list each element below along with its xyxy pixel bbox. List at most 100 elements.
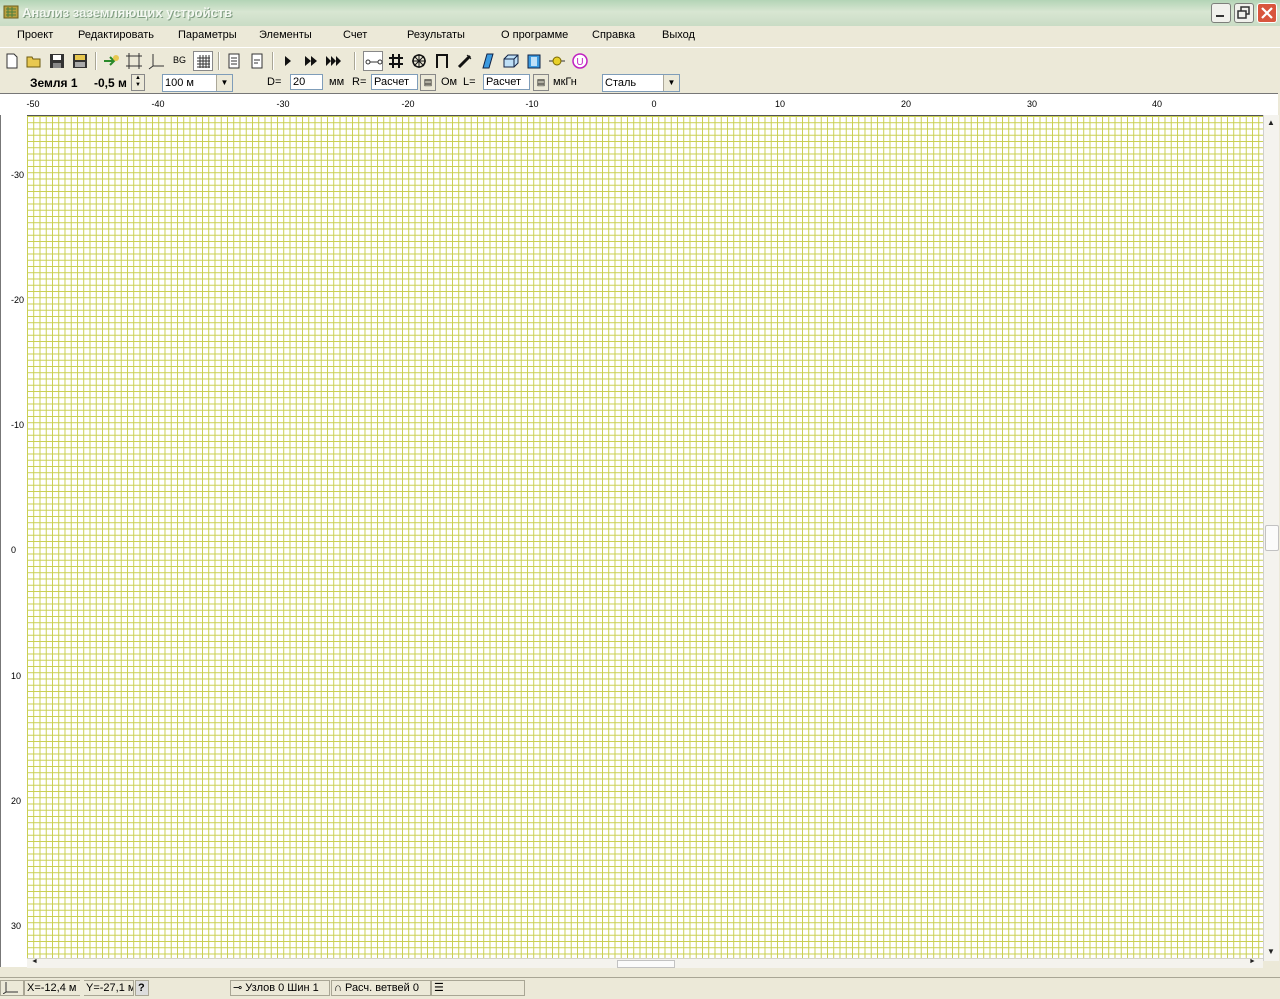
electrode-tool-button[interactable] (455, 51, 475, 71)
step-button[interactable] (278, 51, 298, 71)
length-select-value: 100 м (165, 77, 194, 89)
menu-edit[interactable]: Редактировать (78, 29, 154, 41)
minimize-button[interactable] (1211, 3, 1231, 23)
resistance-label: R= (352, 76, 367, 88)
ruler-label: 10 (11, 671, 22, 681)
diameter-unit: мм (329, 76, 345, 88)
electrode-icon (457, 54, 472, 69)
ruler-label: -20 (401, 99, 415, 109)
grid-icon (197, 55, 210, 68)
vertical-scroll-thumb[interactable] (1265, 525, 1279, 551)
depth-spinner[interactable]: ▲ ▼ (131, 74, 145, 91)
grid-toggle-button[interactable] (193, 51, 213, 71)
maximize-button[interactable] (1234, 3, 1254, 23)
axes-button[interactable] (147, 51, 167, 71)
preview-button[interactable] (247, 51, 267, 71)
contour-tool-button[interactable] (432, 51, 452, 71)
menu-project[interactable]: Проект (17, 29, 53, 41)
axes-icon (2, 982, 18, 995)
diameter-input[interactable]: 20 (290, 74, 323, 90)
drawing-canvas[interactable] (27, 115, 1263, 959)
bg-button[interactable]: BG (170, 51, 190, 71)
status-bar: X=-12,4 м Y=-27,1 м ? ⊸ Узлов 0 Шин 1 ∩ … (0, 977, 1280, 999)
scroll-down-icon[interactable]: ▼ (1267, 947, 1275, 956)
close-button[interactable] (1257, 3, 1277, 23)
document-icon (228, 53, 240, 69)
scroll-right-icon[interactable]: ► (1249, 958, 1256, 965)
ruler-label: 20 (11, 796, 22, 806)
menu-results[interactable]: Результаты (407, 29, 465, 41)
scroll-left-icon[interactable]: ◄ (31, 958, 38, 965)
title-bar: Анализ заземляющих устройств (0, 0, 1280, 27)
cylinder-tool-button[interactable] (524, 51, 544, 71)
mesh-tool-button[interactable] (386, 51, 406, 71)
menu-about[interactable]: О программе (501, 29, 568, 41)
menu-elements[interactable]: Элементы (259, 29, 312, 41)
ruler-label: -30 (11, 170, 25, 180)
menu-bar: Проект Редактировать Параметры Элементы … (0, 26, 1280, 46)
property-bar: Земля 1 -0,5 м ▲ ▼ 100 м ▼ D= 20 мм R= Ра… (0, 73, 1280, 93)
ruler-label: -40 (151, 99, 165, 109)
menu-calculate[interactable]: Счет (343, 29, 367, 41)
ruler-label: -50 (26, 99, 40, 109)
conductor-tool-button[interactable] (363, 51, 383, 71)
menu-exit[interactable]: Выход (662, 29, 695, 41)
chevron-down-icon: ▼ (216, 75, 232, 91)
inductance-input[interactable]: Расчет (483, 74, 530, 90)
source-tool-button[interactable] (547, 51, 567, 71)
help-button[interactable]: ? (135, 980, 149, 996)
run-all-button[interactable] (324, 51, 344, 71)
calculator-icon: ▤ (536, 77, 546, 87)
arrow-add-icon (104, 55, 119, 66)
add-node-button[interactable] (101, 51, 121, 71)
calculator-icon: ▤ (423, 77, 433, 87)
document-preview-icon (251, 53, 263, 69)
report-button[interactable] (224, 51, 244, 71)
menu-help[interactable]: Справка (592, 29, 635, 41)
resistance-calc-button[interactable]: ▤ (420, 74, 436, 91)
plane-icon (482, 53, 494, 69)
minimize-icon (1216, 15, 1224, 17)
list-panel[interactable]: ☰ (431, 980, 525, 996)
save-button[interactable] (47, 51, 67, 71)
y-coordinate: Y=-27,1 м (84, 980, 134, 996)
fast-forward-button[interactable] (301, 51, 321, 71)
menu-parameters[interactable]: Параметры (178, 29, 237, 41)
horizontal-scroll-thumb[interactable] (617, 960, 675, 968)
plane-tool-button[interactable] (478, 51, 498, 71)
nodes-count: Узлов 0 Шин 1 (245, 982, 319, 994)
ruler-label: 0 (11, 545, 17, 555)
save-as-button[interactable] (70, 51, 90, 71)
box-tool-button[interactable] (501, 51, 521, 71)
material-select[interactable]: Сталь ▼ (602, 74, 680, 92)
ruler-label: 20 (900, 99, 912, 109)
voltage-tool-button[interactable]: U (570, 51, 590, 71)
close-icon (1261, 7, 1273, 19)
inductance-calc-button[interactable]: ▤ (533, 74, 549, 91)
vertical-scrollbar[interactable]: ▲ ▼ (1263, 115, 1279, 961)
length-select[interactable]: 100 м ▼ (162, 74, 233, 92)
cylinder-icon (527, 54, 541, 69)
box-icon (503, 54, 519, 68)
ruler-label: -10 (525, 99, 539, 109)
open-file-button[interactable] (24, 51, 44, 71)
horizontal-ruler: -50 -40 -30 -20 -10 0 10 20 30 40 (0, 93, 1278, 116)
ruler-label: -10 (11, 420, 25, 430)
ruler-label: 30 (1026, 99, 1038, 109)
source-icon (549, 56, 565, 66)
resistance-input[interactable]: Расчет (371, 74, 418, 90)
branches-count: Расч. ветвей 0 (344, 982, 419, 994)
horizontal-scrollbar[interactable]: ◄ ► (27, 958, 1263, 968)
frame-button[interactable] (124, 51, 144, 71)
star-tool-button[interactable] (409, 51, 429, 71)
scroll-up-icon[interactable]: ▲ (1267, 118, 1275, 127)
material-select-value: Сталь (605, 77, 637, 89)
new-file-button[interactable] (2, 51, 22, 71)
x-coordinate: X=-12,4 м (24, 980, 80, 996)
coordinate-mode-panel[interactable] (0, 980, 24, 996)
mesh-icon (389, 54, 403, 68)
list-icon: ☰ (434, 982, 444, 994)
ruler-label: 30 (11, 921, 22, 931)
inductance-label: L= (463, 76, 476, 88)
play-icon (285, 56, 291, 66)
